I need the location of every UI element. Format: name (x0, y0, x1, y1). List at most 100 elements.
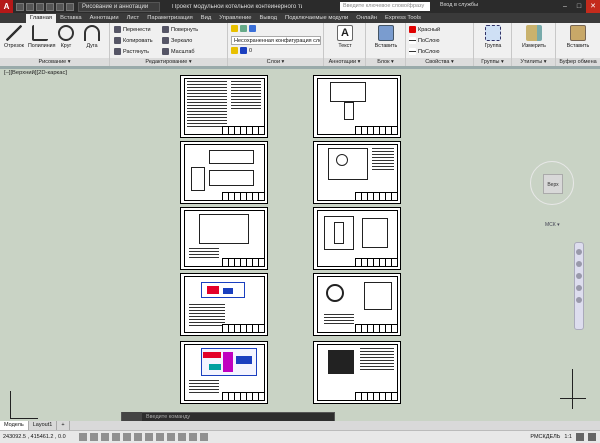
tab-plugins[interactable]: Подключаемые модули (281, 14, 352, 23)
groups-panel-title[interactable]: Группы ▾ (474, 58, 511, 66)
coordinates-readout: 243092.5 , 415461.2 , 0.0 (3, 434, 66, 440)
drawing-sheet[interactable] (313, 207, 401, 270)
lweight-icon[interactable] (167, 433, 175, 441)
tab-parametric[interactable]: Параметризация (143, 14, 197, 23)
annotation-panel: A Текст Аннотации ▾ (324, 23, 366, 66)
search-input[interactable]: Введите ключевое слово/фразу (340, 2, 430, 11)
annotation-panel-title[interactable]: Аннотации ▾ (324, 58, 365, 66)
properties-panel-title[interactable]: Свойства ▾ (406, 58, 473, 66)
viewcube-top-face[interactable]: Верх (543, 174, 563, 194)
stretch-tool[interactable]: Растянуть (114, 48, 149, 55)
otrack-icon[interactable] (134, 433, 142, 441)
insert-block-tool[interactable]: Вставить (370, 25, 402, 49)
polyline-tool[interactable]: Полилиния (28, 25, 56, 49)
showmotion-icon[interactable] (576, 297, 582, 303)
move-tool[interactable]: Перенести (114, 26, 151, 33)
tab-online[interactable]: Онлайн (352, 14, 381, 23)
pan-icon[interactable] (576, 261, 582, 267)
lightbulb-icon[interactable] (231, 25, 238, 32)
close-button[interactable]: ✕ (586, 0, 600, 13)
add-layout-button[interactable]: + (57, 421, 70, 430)
selection-cycling-icon[interactable] (200, 433, 208, 441)
save-icon[interactable] (36, 2, 44, 11)
layer-properties-icon[interactable] (240, 25, 247, 32)
dyn-icon[interactable] (156, 433, 164, 441)
clipboard-panel-title[interactable]: Буфер обмена (556, 58, 600, 66)
snap-icon[interactable] (79, 433, 87, 441)
transparency-icon[interactable] (178, 433, 186, 441)
print-icon[interactable] (46, 2, 54, 11)
utilities-panel: Измерить Утилиты ▾ (512, 23, 556, 66)
lineweight-dropdown[interactable]: ПоСлою (409, 48, 439, 55)
drawing-sheet[interactable] (313, 141, 401, 204)
workspace-switch-icon[interactable] (576, 433, 584, 441)
copy-icon (114, 37, 121, 44)
draw-panel-title[interactable]: Рисование ▾ (0, 58, 109, 66)
layers-panel-title[interactable]: Слои ▾ (228, 58, 323, 66)
drawing-sheet[interactable] (313, 75, 401, 138)
orbit-icon[interactable] (576, 285, 582, 291)
steering-wheel-icon[interactable] (576, 249, 582, 255)
text-tool[interactable]: A Текст (328, 25, 362, 49)
group-tool[interactable]: Группа (477, 25, 509, 49)
polar-icon[interactable] (112, 433, 120, 441)
mirror-tool[interactable]: Зеркало (162, 37, 192, 44)
drawing-sheet[interactable] (313, 273, 401, 336)
redo-icon[interactable] (66, 2, 74, 11)
workspace-dropdown[interactable]: Рисование и аннотации (78, 1, 160, 12)
drawing-sheet[interactable] (180, 273, 268, 336)
current-layer-dropdown[interactable]: 0 (231, 47, 252, 54)
maximize-button[interactable]: □ (572, 0, 586, 13)
paste-tool[interactable]: Вставить (561, 25, 595, 49)
drawing-sheet[interactable] (180, 341, 268, 404)
model-space-button[interactable]: РМСКДЕЛЬ (530, 434, 560, 440)
ortho-icon[interactable] (101, 433, 109, 441)
rotate-tool[interactable]: Повернуть (162, 26, 198, 33)
circle-tool[interactable]: Круг (54, 25, 78, 49)
drawing-sheet[interactable] (180, 141, 268, 204)
linetype-dropdown[interactable]: ПоСлою (409, 37, 439, 44)
drawing-sheet[interactable] (180, 207, 268, 270)
command-input[interactable]: Введите команду (146, 414, 190, 420)
viewport-controls[interactable]: [–][Верхний][2D-каркас] (4, 70, 67, 76)
color-dropdown[interactable]: Красный (409, 26, 440, 33)
undo-icon[interactable] (56, 2, 64, 11)
tab-sheet[interactable]: Лист (123, 14, 144, 23)
new-icon[interactable] (16, 2, 24, 11)
minimize-button[interactable]: – (558, 0, 572, 13)
tab-home[interactable]: Главная (26, 14, 57, 23)
ucs-dropdown[interactable]: МСК ▾ (545, 222, 560, 228)
osnap-icon[interactable] (123, 433, 131, 441)
open-icon[interactable] (26, 2, 34, 11)
line-tool[interactable]: Отрезок (2, 25, 26, 49)
viewcube[interactable]: Верх (530, 161, 574, 205)
layer-color-icon[interactable] (249, 25, 256, 32)
drawing-sheet[interactable] (313, 341, 401, 404)
grid-icon[interactable] (90, 433, 98, 441)
tab-view[interactable]: Вид (197, 14, 216, 23)
tab-layout1[interactable]: Layout1 (29, 421, 58, 430)
application-menu-button[interactable]: A (0, 0, 13, 13)
zoom-icon[interactable] (576, 273, 582, 279)
drawing-viewport[interactable]: [–][Верхний][2D-каркас] Верх МСК ▾ (0, 69, 600, 421)
drawing-sheet[interactable] (180, 75, 268, 138)
settings-icon[interactable] (588, 433, 596, 441)
block-panel-title[interactable]: Блок ▾ (366, 58, 405, 66)
signin-link[interactable]: Вход в службы (440, 2, 478, 8)
tab-express-tools[interactable]: Express Tools (381, 14, 425, 23)
tab-manage[interactable]: Управление (215, 14, 255, 23)
tab-output[interactable]: Вывод (256, 14, 282, 23)
measure-tool[interactable]: Измерить (517, 25, 551, 49)
utilities-panel-title[interactable]: Утилиты ▾ (512, 58, 555, 66)
scale-tool[interactable]: Масштаб (162, 48, 195, 55)
modify-panel-title[interactable]: Редактирование ▾ (110, 58, 227, 66)
ducs-icon[interactable] (145, 433, 153, 441)
tab-annotate[interactable]: Аннотации (86, 14, 123, 23)
arc-tool[interactable]: Дуга (80, 25, 104, 49)
layer-state-dropdown[interactable]: Несохраненная конфигурация слоев (231, 36, 321, 45)
quick-properties-icon[interactable] (189, 433, 197, 441)
tab-model[interactable]: Модель (0, 421, 29, 430)
tab-insert[interactable]: Вставка (56, 14, 86, 23)
copy-tool[interactable]: Копировать (114, 37, 153, 44)
annotation-scale-dropdown[interactable]: 1:1 (564, 434, 572, 440)
